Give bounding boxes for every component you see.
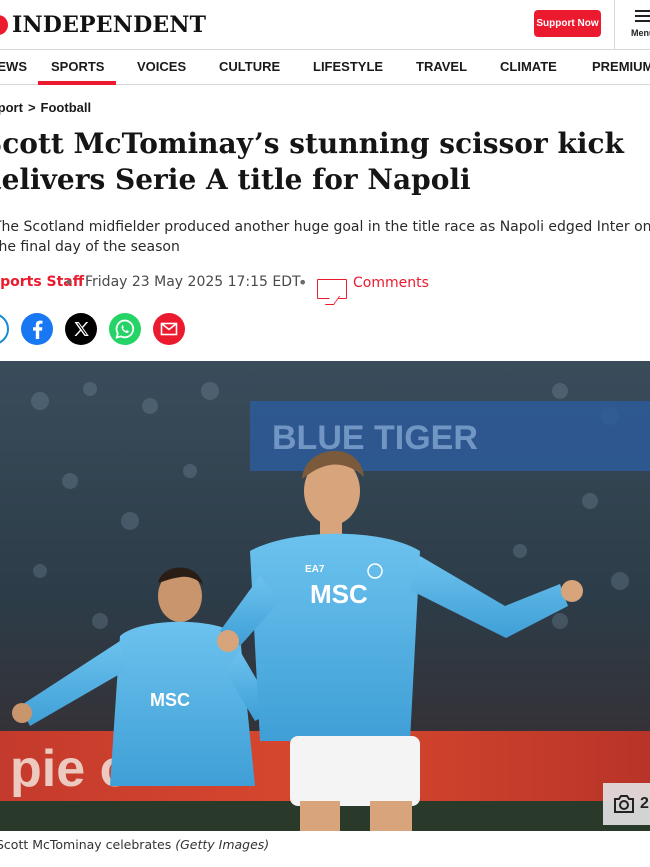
nav-item-climate[interactable]: CLIMATE — [500, 59, 557, 74]
breadcrumb-sport[interactable]: Sport — [0, 100, 23, 115]
nav-item-premium[interactable]: PREMIUM — [592, 59, 650, 74]
facebook-icon[interactable] — [21, 313, 53, 345]
image-caption: Scott McTominay celebrates (Getty Images) — [0, 837, 269, 852]
section-nav: NEWS SPORTS VOICES CULTURE LIFESTYLE TRA… — [0, 51, 650, 85]
site-logo[interactable]: INDEPENDENT — [0, 8, 206, 42]
comments-label: Comments — [353, 275, 429, 291]
nav-active-indicator — [38, 81, 116, 85]
article-headline: Scott McTominay’s stunning scissor kick … — [0, 127, 624, 196]
support-now-button[interactable]: Support Now — [534, 10, 601, 37]
nav-item-sports[interactable]: SPORTS — [51, 59, 104, 74]
breadcrumb: Sport > Football — [0, 100, 91, 115]
caption-credit: (Getty Images) — [175, 837, 270, 852]
breadcrumb-football[interactable]: Football — [41, 100, 92, 115]
breadcrumb-separator: > — [27, 100, 36, 115]
menu-button[interactable]: Menu — [614, 0, 650, 50]
stadium-banner-text: BLUE TIGER — [272, 419, 478, 457]
share-icon[interactable] — [0, 313, 9, 345]
shirt-sponsor-left: MSC — [150, 690, 190, 710]
logo-eagle-icon — [0, 15, 8, 35]
nav-item-culture[interactable]: CULTURE — [219, 59, 280, 74]
shirt-kit-maker: EA7 — [305, 564, 325, 575]
menu-label: Menu — [631, 28, 650, 38]
nav-item-lifestyle[interactable]: LIFESTYLE — [313, 59, 383, 74]
x-icon[interactable] — [65, 313, 97, 345]
hero-image[interactable]: BLUE TIGER pie o MSC MSC EA7 — [0, 361, 650, 831]
shirt-sponsor-main: MSC — [310, 579, 368, 609]
comment-bubble-icon — [317, 279, 347, 299]
nav-item-travel[interactable]: TRAVEL — [416, 59, 467, 74]
hero-photo-illustration: BLUE TIGER pie o MSC MSC EA7 — [0, 361, 650, 831]
gallery-count: 2 — [640, 795, 649, 812]
camera-icon — [614, 795, 634, 813]
nav-item-voices[interactable]: VOICES — [137, 59, 186, 74]
logo-text: INDEPENDENT — [12, 12, 207, 38]
whatsapp-icon[interactable] — [109, 313, 141, 345]
byline: Sports Staff • Friday 23 May 2025 17:15 … — [0, 273, 650, 299]
email-icon[interactable] — [153, 313, 185, 345]
site-header: INDEPENDENT Support Now Menu — [0, 0, 650, 50]
byline-dot: • — [64, 273, 74, 292]
publish-date: Friday 23 May 2025 17:15 EDT — [85, 274, 301, 290]
byline-dot: • — [298, 273, 308, 292]
hamburger-icon — [635, 10, 650, 22]
nav-item-news[interactable]: NEWS — [0, 59, 27, 74]
gallery-button[interactable]: 2 — [603, 783, 650, 825]
article-standfirst: The Scotland midfielder produced another… — [0, 219, 650, 255]
caption-text: Scott McTominay celebrates — [0, 837, 172, 852]
